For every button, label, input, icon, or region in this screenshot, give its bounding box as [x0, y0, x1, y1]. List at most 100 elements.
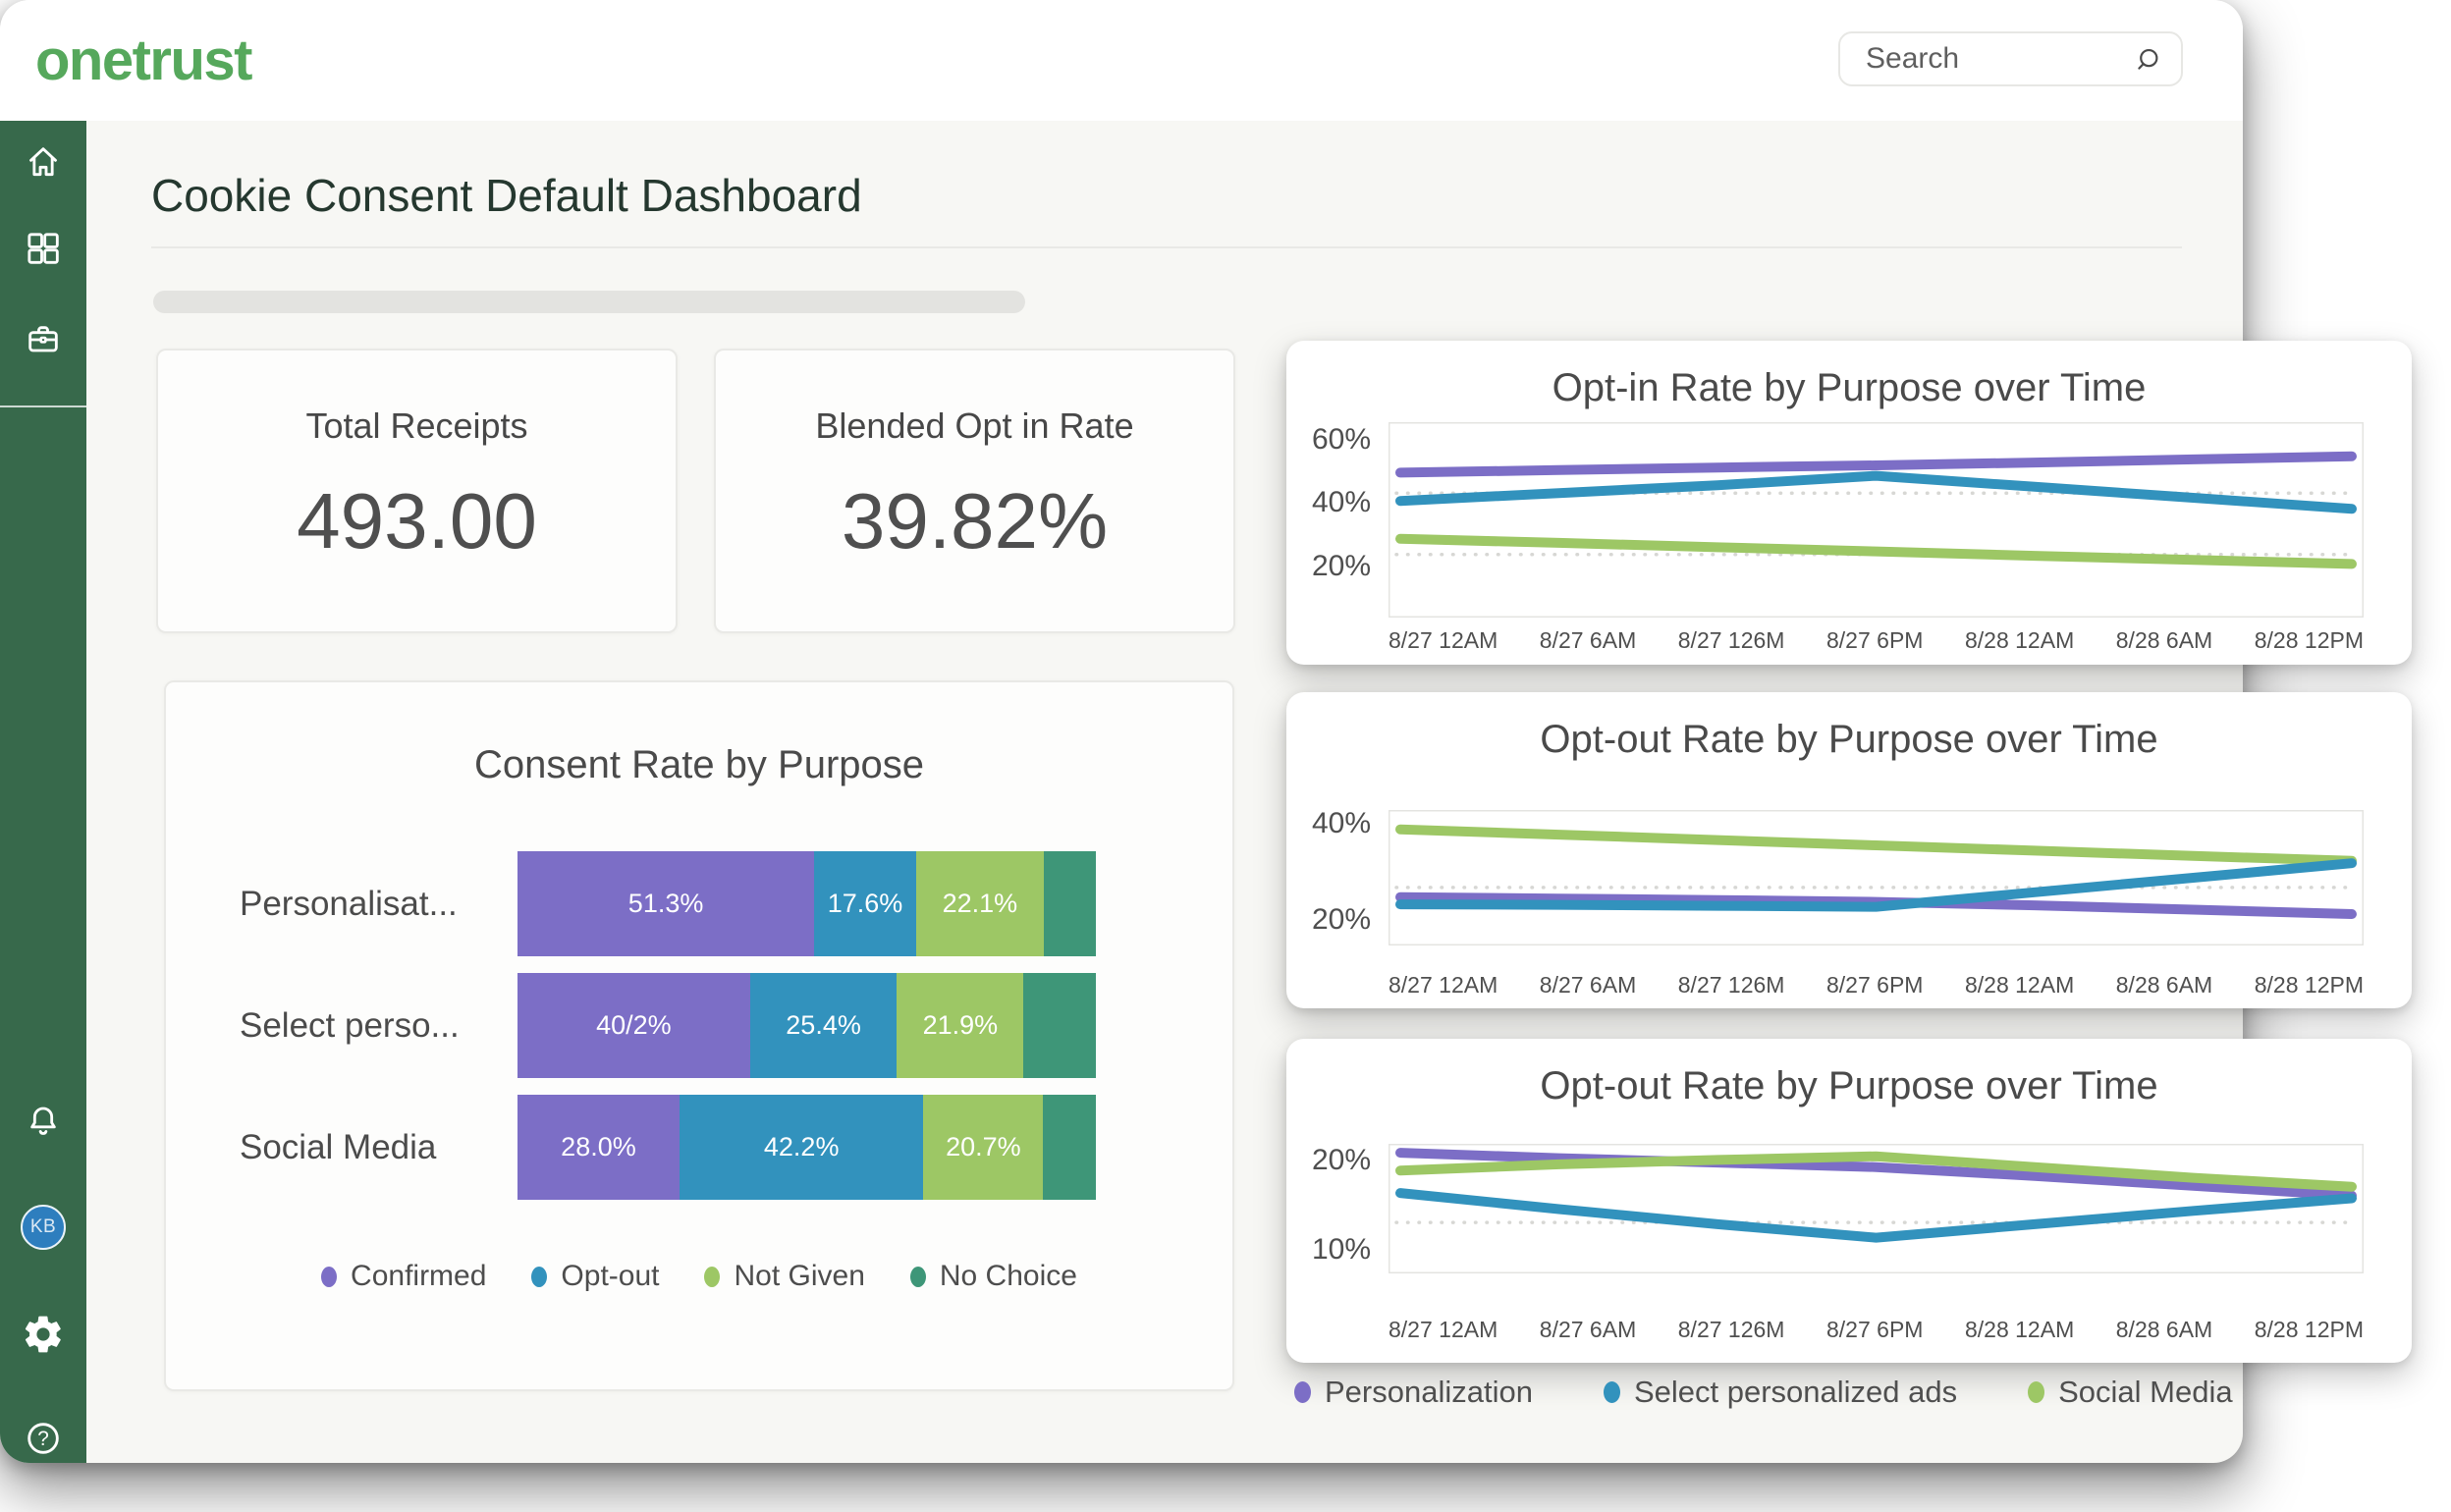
- x-axis-label: 8/27 6AM: [1540, 1317, 1636, 1343]
- x-axis-label: 8/27 126M: [1678, 627, 1785, 654]
- settings-gear-icon[interactable]: [22, 1313, 65, 1356]
- x-axis-label: 8/28 12AM: [1965, 1317, 2074, 1343]
- bar-segment-confirmed: 40/2%: [517, 973, 750, 1078]
- bar-segment-not-given: 22.1%: [916, 851, 1044, 956]
- legend-label: Not Given: [734, 1260, 864, 1293]
- bar-segment-opt-out: 25.4%: [750, 973, 898, 1078]
- x-axis-label: 8/27 12AM: [1389, 972, 1498, 999]
- opt-out-rate-chart-card-2: Opt-out Rate by Purpose over Time 20%10%…: [1286, 1039, 2412, 1363]
- kpi-card-blended-opt-in: Blended Opt in Rate 39.82%: [714, 349, 1235, 633]
- y-axis-label: 40%: [1286, 486, 1371, 519]
- x-axis-label: 8/28 12AM: [1965, 627, 2074, 654]
- legend-item[interactable]: Personalization: [1294, 1375, 1533, 1410]
- chart-title: Consent Rate by Purpose: [166, 743, 1232, 787]
- x-axis-label: 8/28 12PM: [2255, 627, 2364, 654]
- sidebar-divider: [0, 405, 86, 407]
- kpi-label: Total Receipts: [158, 405, 676, 447]
- bar-segment-no-choice: [1044, 851, 1096, 956]
- home-icon[interactable]: [24, 142, 63, 182]
- legend-label: Social Media: [2058, 1375, 2232, 1410]
- x-axis-label: 8/28 6AM: [2116, 627, 2212, 654]
- y-axis-label: 10%: [1286, 1233, 1371, 1267]
- bar-segment-opt-out: 42.2%: [680, 1095, 924, 1200]
- line-chart-svg: [1389, 810, 2364, 945]
- bar-category-label: Select perso...: [240, 973, 507, 1078]
- consent-rate-chart-card: Consent Rate by Purpose Personalisat...5…: [164, 680, 1234, 1391]
- legend-item[interactable]: No Choice: [910, 1260, 1077, 1293]
- legend-item[interactable]: Social Media: [2028, 1375, 2232, 1410]
- user-avatar[interactable]: KB: [21, 1205, 66, 1250]
- line-chart: 60%40%20%8/27 12AM8/27 6AM8/27 126M8/27 …: [1286, 341, 2412, 665]
- x-axis-label: 8/27 126M: [1678, 972, 1785, 999]
- x-axis-label: 8/28 12PM: [2255, 1317, 2364, 1343]
- line-charts-legend: Personalization Select personalized ads So…: [1294, 1375, 2233, 1410]
- legend-dot-icon: [531, 1267, 547, 1287]
- legend-item[interactable]: Opt-out: [531, 1260, 659, 1293]
- bar-row: Personalisat...51.3%17.6%22.1%: [166, 851, 1232, 956]
- apps-grid-icon[interactable]: [24, 229, 63, 268]
- legend-item[interactable]: Select personalized ads: [1604, 1375, 1957, 1410]
- bar-track: 40/2%25.4%21.9%: [517, 973, 1096, 1078]
- bar-track: 28.0%42.2%20.7%: [517, 1095, 1096, 1200]
- onetrust-logo: onetrust: [35, 27, 251, 93]
- legend-item[interactable]: Not Given: [704, 1260, 864, 1293]
- bar-segment-not-given: 20.7%: [923, 1095, 1043, 1200]
- briefcase-icon[interactable]: [24, 319, 63, 358]
- kpi-label: Blended Opt in Rate: [716, 405, 1233, 447]
- title-divider: [151, 246, 2182, 248]
- legend-dot-icon: [1294, 1381, 1311, 1403]
- search-icon[interactable]: [2132, 46, 2161, 76]
- y-axis-label: 20%: [1286, 1144, 1371, 1177]
- bar-category-label: Personalisat...: [240, 851, 507, 956]
- y-axis-label: 20%: [1286, 550, 1371, 583]
- svg-text:?: ?: [37, 1428, 49, 1450]
- bar-chart-legend: Confirmed Opt-out Not Given No Choice: [166, 1260, 1232, 1293]
- opt-out-rate-chart-card-1: Opt-out Rate by Purpose over Time 40%20%…: [1286, 692, 2412, 1008]
- x-axis: 8/27 12AM 8/27 6AM 8/27 126M 8/27 6PM 8/28 1…: [1389, 972, 2364, 999]
- kpi-card-total-receipts: Total Receipts 493.00: [156, 349, 678, 633]
- x-axis-label: 8/27 12AM: [1389, 627, 1498, 654]
- legend-item[interactable]: Confirmed: [321, 1260, 486, 1293]
- notifications-bell-icon[interactable]: [24, 1102, 63, 1141]
- legend-label: Select personalized ads: [1634, 1375, 1957, 1410]
- help-icon[interactable]: ?: [24, 1419, 63, 1458]
- x-axis-label: 8/27 6AM: [1540, 972, 1636, 999]
- filter-skeleton-bar: [153, 291, 1025, 313]
- x-axis-label: 8/28 6AM: [2116, 972, 2212, 999]
- x-axis-label: 8/28 12AM: [1965, 972, 2074, 999]
- bar-segment-opt-out: 17.6%: [814, 851, 916, 956]
- y-axis-label: 60%: [1286, 423, 1371, 457]
- bar-row: Select perso...40/2%25.4%21.9%: [166, 973, 1232, 1078]
- x-axis-label: 8/28 6AM: [2116, 1317, 2212, 1343]
- app-header: onetrust: [0, 0, 2243, 121]
- line-chart-svg: [1389, 1144, 2364, 1273]
- legend-dot-icon: [1604, 1381, 1620, 1403]
- x-axis-label: 8/27 6AM: [1540, 627, 1636, 654]
- x-axis-label: 8/27 6PM: [1826, 1317, 1923, 1343]
- x-axis-label: 8/27 126M: [1678, 1317, 1785, 1343]
- search-input[interactable]: [1840, 33, 2181, 84]
- legend-label: Personalization: [1325, 1375, 1533, 1410]
- y-axis-label: 40%: [1286, 807, 1371, 840]
- legend-label: Confirmed: [351, 1260, 486, 1293]
- legend-label: No Choice: [940, 1260, 1077, 1293]
- x-axis-label: 8/28 12PM: [2255, 972, 2364, 999]
- x-axis-label: 8/27 6PM: [1826, 972, 1923, 999]
- legend-dot-icon: [2028, 1381, 2044, 1403]
- kpi-value: 39.82%: [716, 476, 1233, 567]
- line-chart: 40% 20% 8/27 12AM 8/27 6AM 8/27 126M 8/27 6PM…: [1286, 692, 2412, 1008]
- x-axis: 8/27 12AM8/27 6AM8/27 126M8/27 6PM8/28 1…: [1389, 627, 2364, 654]
- line-chart: 20%10%8/27 12AM8/27 6AM8/27 126M8/27 6PM…: [1286, 1039, 2412, 1363]
- search-box[interactable]: [1838, 31, 2183, 86]
- dashboard-stage: onetrust: [0, 0, 2451, 1512]
- bar-row: Social Media28.0%42.2%20.7%: [166, 1095, 1232, 1200]
- sidebar-nav: KB ?: [0, 121, 86, 1463]
- stacked-bar-chart: Personalisat...51.3%17.6%22.1% Select per…: [166, 851, 1232, 1216]
- y-axis-label: 20%: [1286, 903, 1371, 937]
- x-axis: 8/27 12AM8/27 6AM8/27 126M8/27 6PM8/28 1…: [1389, 1317, 2364, 1343]
- bar-segment-no-choice: [1043, 1095, 1096, 1200]
- legend-dot-icon: [910, 1267, 926, 1287]
- legend-label: Opt-out: [561, 1260, 659, 1293]
- bar-segment-confirmed: 28.0%: [517, 1095, 680, 1200]
- page-title: Cookie Consent Default Dashboard: [151, 169, 862, 222]
